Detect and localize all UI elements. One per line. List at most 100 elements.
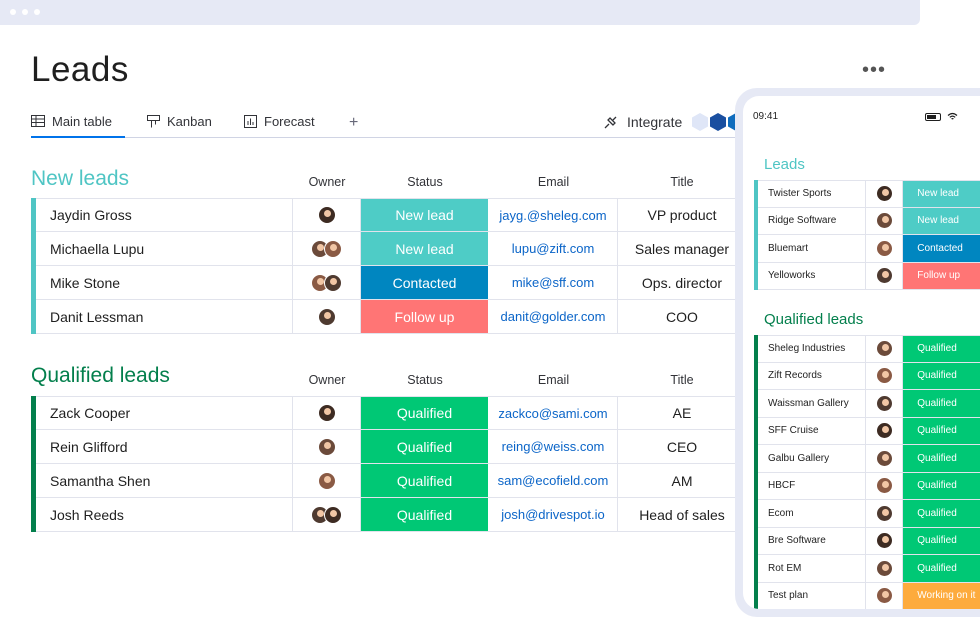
status-badge[interactable]: Qualified xyxy=(903,527,980,554)
owner-cell[interactable] xyxy=(866,390,904,417)
mobile-table-row[interactable]: Bluemart Contacted xyxy=(758,235,980,263)
job-title[interactable]: COO xyxy=(618,300,746,333)
job-title[interactable]: AE xyxy=(618,397,746,429)
table-row[interactable]: Josh Reeds Qualified josh@drivespot.io Head… xyxy=(36,498,746,532)
lead-name[interactable]: Danit Lessman xyxy=(36,300,293,333)
job-title[interactable]: Head of sales xyxy=(618,498,746,531)
status-badge[interactable]: New lead xyxy=(361,232,489,265)
status-badge[interactable]: Follow up xyxy=(361,300,489,333)
status-badge[interactable]: Qualified xyxy=(903,555,980,582)
company-name[interactable]: Bluemart xyxy=(758,235,867,262)
owner-cell[interactable] xyxy=(866,472,904,499)
owner-cell[interactable] xyxy=(293,464,361,497)
tab-forecast[interactable]: Forecast xyxy=(244,108,315,138)
status-badge[interactable]: Working on it xyxy=(903,582,980,609)
company-name[interactable]: Rot EM xyxy=(758,555,867,582)
owner-cell[interactable] xyxy=(293,266,361,299)
owner-cell[interactable] xyxy=(866,445,904,472)
owner-cell[interactable] xyxy=(866,336,904,362)
owner-cell[interactable] xyxy=(293,498,361,531)
owner-cell[interactable] xyxy=(293,430,361,463)
company-name[interactable]: Bre Software xyxy=(758,527,867,554)
owner-cell[interactable] xyxy=(866,582,904,609)
status-badge[interactable]: Qualified xyxy=(361,464,489,497)
mobile-table-row[interactable]: Galbu Gallery Qualified xyxy=(758,445,980,473)
table-row[interactable]: Danit Lessman Follow up danit@golder.com CO… xyxy=(36,300,746,334)
status-badge[interactable]: Qualified xyxy=(361,430,489,463)
owner-cell[interactable] xyxy=(866,181,904,207)
owner-cell[interactable] xyxy=(866,527,904,554)
table-row[interactable]: Mike Stone Contacted mike@sff.com Ops. dire… xyxy=(36,266,746,300)
add-view-button[interactable]: + xyxy=(349,114,358,132)
tab-main-table[interactable]: Main table xyxy=(31,108,125,138)
company-name[interactable]: Galbu Gallery xyxy=(758,445,867,472)
status-badge[interactable]: Qualified xyxy=(361,498,489,531)
job-title[interactable]: VP product xyxy=(618,199,746,231)
lead-name[interactable]: Zack Cooper xyxy=(36,397,293,429)
owner-cell[interactable] xyxy=(866,417,904,444)
tab-kanban[interactable]: Kanban xyxy=(147,108,212,138)
owner-cell[interactable] xyxy=(866,207,904,234)
table-row[interactable]: Jaydin Gross New lead jayg.@sheleg.com VP p… xyxy=(36,198,746,232)
owner-cell[interactable] xyxy=(866,262,904,289)
owner-cell[interactable] xyxy=(866,362,904,389)
status-badge[interactable]: Qualified xyxy=(361,397,489,429)
status-badge[interactable]: Qualified xyxy=(903,336,980,362)
mobile-table-row[interactable]: Test plan Working on it xyxy=(758,582,980,609)
avatar[interactable] xyxy=(317,206,336,224)
integrate-button[interactable]: Integrate xyxy=(603,114,682,130)
company-name[interactable]: Ecom xyxy=(758,500,867,527)
owner-cell[interactable] xyxy=(866,500,904,527)
status-badge[interactable]: New lead xyxy=(903,207,980,234)
status-badge[interactable]: Qualified xyxy=(903,445,980,472)
owner-cell[interactable] xyxy=(866,235,904,262)
mobile-table-row[interactable]: Ridge Software New lead xyxy=(758,207,980,235)
status-badge[interactable]: New lead xyxy=(361,199,489,231)
lead-name[interactable]: Samantha Shen xyxy=(36,464,293,497)
table-row[interactable]: Rein Glifford Qualified reing@weiss.com CEO xyxy=(36,430,746,464)
owner-cell[interactable] xyxy=(293,199,361,231)
mobile-table-row[interactable]: SFF Cruise Qualified xyxy=(758,417,980,445)
lead-name[interactable]: Josh Reeds xyxy=(36,498,293,531)
status-badge[interactable]: Qualified xyxy=(903,500,980,527)
email-link[interactable]: sam@ecofield.com xyxy=(489,464,618,497)
mobile-table-row[interactable]: Zift Records Qualified xyxy=(758,362,980,390)
job-title[interactable]: CEO xyxy=(618,430,746,463)
job-title[interactable]: Ops. director xyxy=(618,266,746,299)
table-row[interactable]: Michaella Lupu New lead lupu@zift.com Sales… xyxy=(36,232,746,266)
mobile-table-row[interactable]: Bre Software Qualified xyxy=(758,527,980,555)
lead-name[interactable]: Rein Glifford xyxy=(36,430,293,463)
owner-cell[interactable] xyxy=(293,300,361,333)
status-badge[interactable]: Qualified xyxy=(903,390,980,417)
company-name[interactable]: Yelloworks xyxy=(758,262,867,289)
lead-name[interactable]: Mike Stone xyxy=(36,266,293,299)
company-name[interactable]: Ridge Software xyxy=(758,207,867,234)
avatar[interactable] xyxy=(324,273,342,292)
status-badge[interactable]: Qualified xyxy=(903,362,980,389)
status-badge[interactable]: Follow up xyxy=(903,262,980,289)
owner-cell[interactable] xyxy=(866,555,904,582)
lead-name[interactable]: Jaydin Gross xyxy=(36,199,293,231)
lead-name[interactable]: Michaella Lupu xyxy=(36,232,293,265)
status-badge[interactable]: New lead xyxy=(903,181,980,207)
mobile-table-row[interactable]: Twister Sports New lead xyxy=(758,180,980,208)
email-link[interactable]: reing@weiss.com xyxy=(489,430,618,463)
email-link[interactable]: josh@drivespot.io xyxy=(489,498,618,531)
mobile-table-row[interactable]: Waissman Gallery Qualified xyxy=(758,390,980,418)
email-link[interactable]: jayg.@sheleg.com xyxy=(489,199,618,231)
mobile-table-row[interactable]: HBCF Qualified xyxy=(758,472,980,500)
mobile-table-row[interactable]: Yelloworks Follow up xyxy=(758,262,980,290)
avatar[interactable] xyxy=(324,505,342,524)
email-link[interactable]: mike@sff.com xyxy=(489,266,618,299)
status-badge[interactable]: Qualified xyxy=(903,417,980,444)
job-title[interactable]: AM xyxy=(618,464,746,497)
owner-cell[interactable] xyxy=(293,232,361,265)
mobile-table-row[interactable]: Rot EM Qualified xyxy=(758,555,980,583)
email-link[interactable]: danit@golder.com xyxy=(489,300,618,333)
avatar[interactable] xyxy=(317,307,336,326)
owner-cell[interactable] xyxy=(293,397,361,429)
more-menu-icon[interactable]: ••• xyxy=(862,60,886,80)
avatar[interactable] xyxy=(317,404,336,422)
company-name[interactable]: Test plan xyxy=(758,582,867,609)
company-name[interactable]: Twister Sports xyxy=(758,181,867,207)
